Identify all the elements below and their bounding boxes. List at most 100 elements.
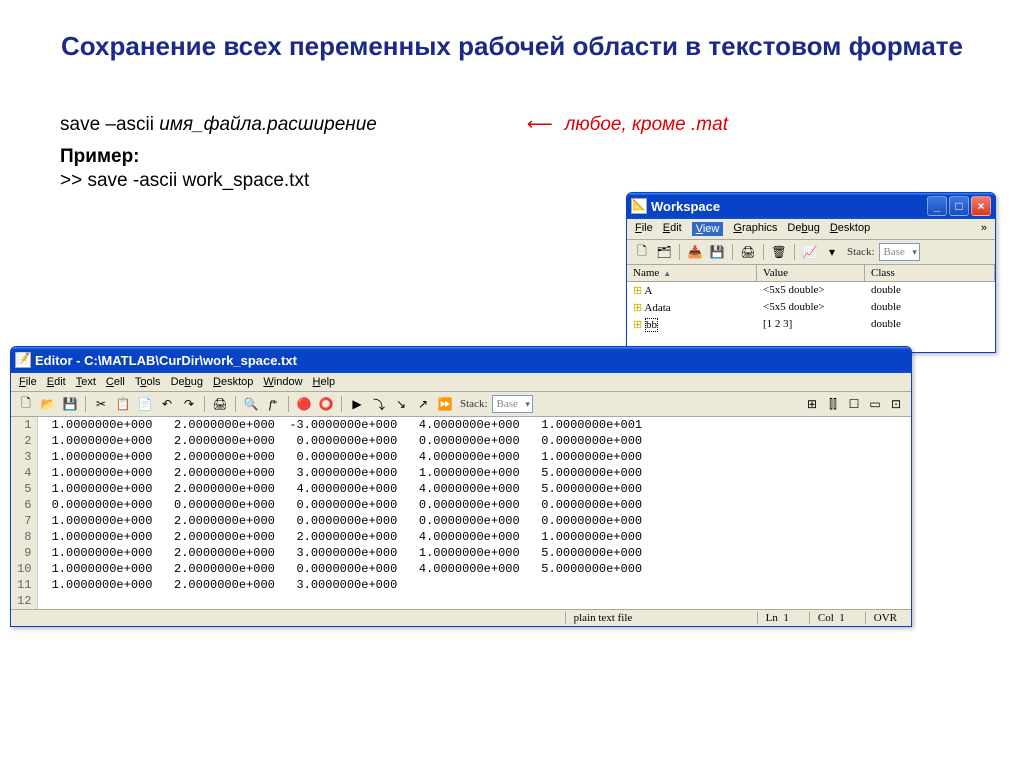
line-content[interactable]: 1.0000000e+000 2.0000000e+000 3.0000000e… xyxy=(38,465,911,481)
editor-line: 6 0.0000000e+000 0.0000000e+000 0.000000… xyxy=(11,497,911,513)
layout-3-icon[interactable]: ☐ xyxy=(845,395,863,413)
matlab-icon xyxy=(631,198,647,214)
stack-dropdown[interactable]: Base xyxy=(879,243,920,261)
step-out-icon[interactable]: ↗ xyxy=(414,395,432,413)
cut-icon[interactable]: ✂ xyxy=(92,395,110,413)
new-file-icon[interactable]: 🗋 xyxy=(17,395,35,413)
save-icon[interactable]: 💾 xyxy=(61,395,79,413)
editor-line: 5 1.0000000e+000 2.0000000e+000 4.000000… xyxy=(11,481,911,497)
stack-dropdown[interactable]: Base xyxy=(492,395,533,413)
editor-title-text: Editor - C:\MATLAB\CurDir\work_space.txt xyxy=(35,353,297,368)
step-icon[interactable]: ⤵ xyxy=(370,395,388,413)
menu-desktop[interactable]: Desktop xyxy=(213,376,253,388)
menu-desktop[interactable]: Desktop xyxy=(830,222,870,236)
col-class[interactable]: Class xyxy=(865,265,995,281)
line-number: 8 xyxy=(11,529,38,545)
line-number: 2 xyxy=(11,433,38,449)
menu-debug[interactable]: Debug xyxy=(787,222,819,236)
line-content[interactable]: 1.0000000e+000 2.0000000e+000 3.0000000e… xyxy=(38,545,911,561)
line-content[interactable]: 1.0000000e+000 2.0000000e+000 3.0000000e… xyxy=(38,577,911,593)
menu-cell[interactable]: Cell xyxy=(106,376,125,388)
function-icon[interactable]: f* xyxy=(264,395,282,413)
menu-graphics[interactable]: Graphics xyxy=(733,222,777,236)
sort-asc-icon: ▲ xyxy=(663,269,671,278)
line-content[interactable]: 1.0000000e+000 2.0000000e+000 -3.0000000… xyxy=(38,417,911,433)
open-icon[interactable]: 🗂 xyxy=(655,243,673,261)
menu-debug[interactable]: Debug xyxy=(171,376,203,388)
slide-title: Сохранение всех переменных рабочей облас… xyxy=(0,0,1024,74)
continue-icon[interactable]: ⏩ xyxy=(436,395,454,413)
import-icon[interactable]: 📥 xyxy=(686,243,704,261)
breakpoint-clear-icon[interactable]: ⭕ xyxy=(317,395,335,413)
line-content[interactable]: 1.0000000e+000 2.0000000e+000 0.0000000e… xyxy=(38,561,911,577)
layout-1-icon[interactable]: ⊞ xyxy=(803,395,821,413)
layout-5-icon[interactable]: ⊡ xyxy=(887,395,905,413)
menu-more[interactable]: » xyxy=(981,222,987,236)
workspace-titlebar[interactable]: Workspace _ □ × xyxy=(627,193,995,219)
col-value[interactable]: Value xyxy=(757,265,865,281)
editor-titlebar[interactable]: Editor - C:\MATLAB\CurDir\work_space.txt xyxy=(11,347,911,373)
line-content[interactable] xyxy=(38,593,911,609)
print-icon[interactable]: 🖨 xyxy=(211,395,229,413)
col-name[interactable]: Name ▲ xyxy=(627,265,757,281)
line-content[interactable]: 0.0000000e+000 0.0000000e+000 0.0000000e… xyxy=(38,497,911,513)
status-line: Ln 1 xyxy=(757,612,797,624)
menu-file[interactable]: File xyxy=(635,222,653,236)
menu-window[interactable]: Window xyxy=(263,376,302,388)
stack-label: Stack: xyxy=(460,398,488,410)
menu-file[interactable]: File xyxy=(19,376,37,388)
line-content[interactable]: 1.0000000e+000 2.0000000e+000 0.0000000e… xyxy=(38,513,911,529)
example-code: >> save -ascii work_space.txt xyxy=(60,170,1024,192)
menu-view[interactable]: View xyxy=(692,222,724,236)
menu-text[interactable]: Text xyxy=(76,376,96,388)
save-ws-icon[interactable]: 💾 xyxy=(708,243,726,261)
grid-icon: ⊞ xyxy=(633,285,642,297)
editor-line: 9 1.0000000e+000 2.0000000e+000 3.000000… xyxy=(11,545,911,561)
breakpoint-set-icon[interactable]: 🔴 xyxy=(295,395,313,413)
maximize-button[interactable]: □ xyxy=(949,196,969,216)
redo-icon[interactable]: ↷ xyxy=(180,395,198,413)
line-number: 9 xyxy=(11,545,38,561)
syntax-row: save –ascii имя_файла.расширение ⟵ любое… xyxy=(60,114,1024,136)
example-label: Пример: xyxy=(60,146,1024,168)
line-content[interactable]: 1.0000000e+000 2.0000000e+000 2.0000000e… xyxy=(38,529,911,545)
var-row[interactable]: ⊞ bb [1 2 3] double xyxy=(627,316,995,333)
close-button[interactable]: × xyxy=(971,196,991,216)
var-row[interactable]: ⊞ A <5x5 double> double xyxy=(627,282,995,299)
editor-line: 10 1.0000000e+000 2.0000000e+000 0.00000… xyxy=(11,561,911,577)
workspace-column-headers[interactable]: Name ▲ Value Class xyxy=(627,265,995,282)
find-icon[interactable]: 🔍 xyxy=(242,395,260,413)
minimize-button[interactable]: _ xyxy=(927,196,947,216)
copy-icon[interactable]: 📋 xyxy=(114,395,132,413)
run-icon[interactable]: ▶ xyxy=(348,395,366,413)
menu-edit[interactable]: Edit xyxy=(663,222,682,236)
line-content[interactable]: 1.0000000e+000 2.0000000e+000 0.0000000e… xyxy=(38,449,911,465)
line-content[interactable]: 1.0000000e+000 2.0000000e+000 0.0000000e… xyxy=(38,433,911,449)
editor-menubar: File Edit Text Cell Tools Debug Desktop … xyxy=(11,373,911,392)
open-file-icon[interactable]: 📂 xyxy=(39,395,57,413)
line-number: 7 xyxy=(11,513,38,529)
editor-content[interactable]: 1 1.0000000e+000 2.0000000e+000 -3.00000… xyxy=(11,417,911,609)
plot-icon[interactable]: 📈 xyxy=(801,243,819,261)
menu-tools[interactable]: Tools xyxy=(135,376,161,388)
var-row[interactable]: ⊞ Adata <5x5 double> double xyxy=(627,299,995,316)
plot-dropdown-icon[interactable]: ▾ xyxy=(823,243,841,261)
step-in-icon[interactable]: ↘ xyxy=(392,395,410,413)
new-var-icon[interactable]: 🗋 xyxy=(633,243,651,261)
menu-edit[interactable]: Edit xyxy=(47,376,66,388)
delete-icon[interactable]: 🗑 xyxy=(770,243,788,261)
line-content[interactable]: 1.0000000e+000 2.0000000e+000 4.0000000e… xyxy=(38,481,911,497)
extension-note: ⟵ любое, кроме .mat xyxy=(527,114,728,136)
editor-line: 8 1.0000000e+000 2.0000000e+000 2.000000… xyxy=(11,529,911,545)
menu-help[interactable]: Help xyxy=(313,376,336,388)
editor-statusbar: plain text file Ln 1 Col 1 OVR xyxy=(11,609,911,626)
paste-icon[interactable]: 📄 xyxy=(136,395,154,413)
workspace-var-list: ⊞ A <5x5 double> double ⊞ Adata <5x5 dou… xyxy=(627,282,995,352)
layout-4-icon[interactable]: ▭ xyxy=(866,395,884,413)
editor-line: 3 1.0000000e+000 2.0000000e+000 0.000000… xyxy=(11,449,911,465)
print-icon[interactable]: 🖨 xyxy=(739,243,757,261)
layout-2-icon[interactable]: ⫿⫿ xyxy=(824,395,842,413)
arrow-left-icon: ⟵ xyxy=(527,114,553,135)
undo-icon[interactable]: ↶ xyxy=(158,395,176,413)
editor-icon xyxy=(15,352,31,368)
